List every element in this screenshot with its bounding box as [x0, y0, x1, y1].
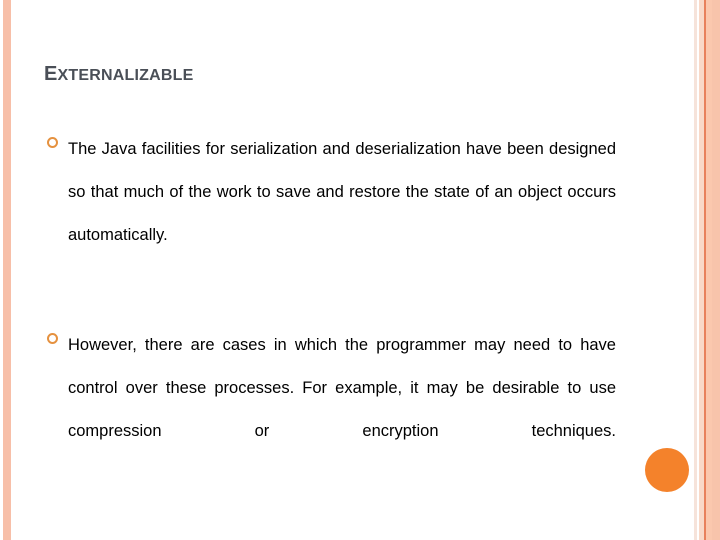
bullet-item: The Java facilities for serialization an…	[44, 128, 616, 300]
slide-title: EXTERNALIZABLE	[44, 55, 193, 88]
right-accent-stripe-1	[694, 0, 697, 540]
left-accent-stripe	[3, 0, 11, 540]
orange-circle-decoration	[645, 448, 689, 492]
bullet-text: However, there are cases in which the pr…	[68, 336, 616, 440]
bullet-text: The Java facilities for serialization an…	[68, 140, 616, 244]
circle-ring-bullet-icon	[47, 137, 58, 148]
presentation-slide: EXTERNALIZABLE The Java facilities for s…	[0, 0, 720, 540]
slide-body: The Java facilities for serialization an…	[44, 128, 616, 520]
bullet-item: However, there are cases in which the pr…	[44, 324, 616, 496]
right-accent-stripe-5	[712, 0, 720, 540]
slide-title-first-letter: E	[44, 55, 58, 88]
circle-ring-bullet-icon	[47, 333, 58, 344]
slide-title-rest: XTERNALIZABLE	[57, 59, 194, 86]
